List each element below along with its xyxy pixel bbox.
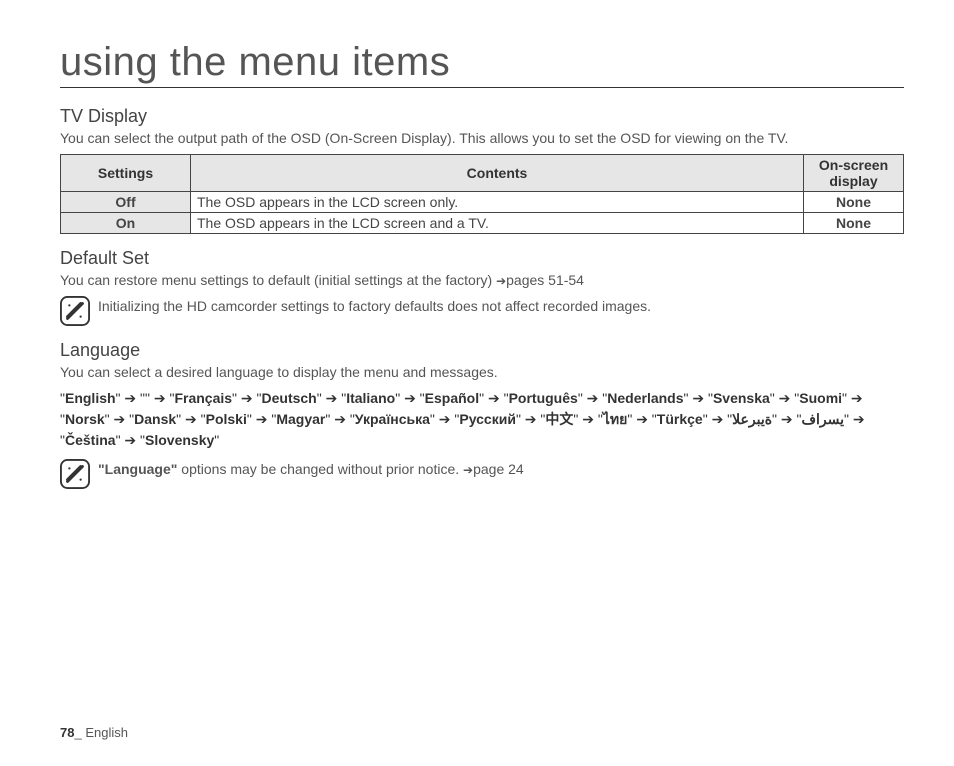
arrow-icon [496, 272, 506, 288]
default-set-desc: You can restore menu settings to default… [60, 271, 904, 290]
cell-setting: Off [61, 191, 191, 212]
page-footer: 78_ English [60, 725, 128, 740]
default-set-desc-text: You can restore menu settings to default… [60, 272, 496, 288]
cell-contents: The OSD appears in the LCD screen and a … [191, 212, 804, 233]
note-language-bold: "Language" [98, 461, 177, 477]
cell-osd: None [804, 212, 904, 233]
cell-osd: None [804, 191, 904, 212]
note-language-text: "Language" options may be changed withou… [98, 459, 524, 479]
heading-default-set: Default Set [60, 248, 904, 269]
footer-sep: _ [74, 725, 85, 740]
table-row: On The OSD appears in the LCD screen and… [61, 212, 904, 233]
note-default-set: Initializing the HD camcorder settings t… [60, 296, 904, 326]
cell-setting: On [61, 212, 191, 233]
col-settings: Settings [61, 154, 191, 191]
language-desc: You can select a desired language to dis… [60, 363, 904, 382]
heading-tv-display: TV Display [60, 106, 904, 127]
note-language-page-ref: page 24 [473, 461, 524, 477]
note-language-rest: options may be changed without prior not… [177, 461, 463, 477]
col-contents: Contents [191, 154, 804, 191]
manual-page: using the menu items TV Display You can … [0, 0, 954, 519]
table-row: Off The OSD appears in the LCD screen on… [61, 191, 904, 212]
cell-contents: The OSD appears in the LCD screen only. [191, 191, 804, 212]
footer-lang: English [85, 725, 128, 740]
page-title: using the menu items [60, 40, 904, 88]
tv-display-desc: You can select the output path of the OS… [60, 129, 904, 148]
table-header-row: Settings Contents On-screen display [61, 154, 904, 191]
note-icon [60, 459, 90, 489]
heading-language: Language [60, 340, 904, 361]
arrow-icon [463, 461, 473, 477]
note-default-set-text: Initializing the HD camcorder settings t… [98, 296, 651, 316]
default-set-page-ref: pages 51-54 [506, 272, 584, 288]
language-list: "English" ➔ "" ➔ "Français" ➔ "Deutsch" … [60, 388, 904, 451]
note-language: "Language" options may be changed withou… [60, 459, 904, 489]
col-osd: On-screen display [804, 154, 904, 191]
note-icon [60, 296, 90, 326]
page-number: 78 [60, 725, 74, 740]
tv-display-table: Settings Contents On-screen display Off … [60, 154, 904, 234]
